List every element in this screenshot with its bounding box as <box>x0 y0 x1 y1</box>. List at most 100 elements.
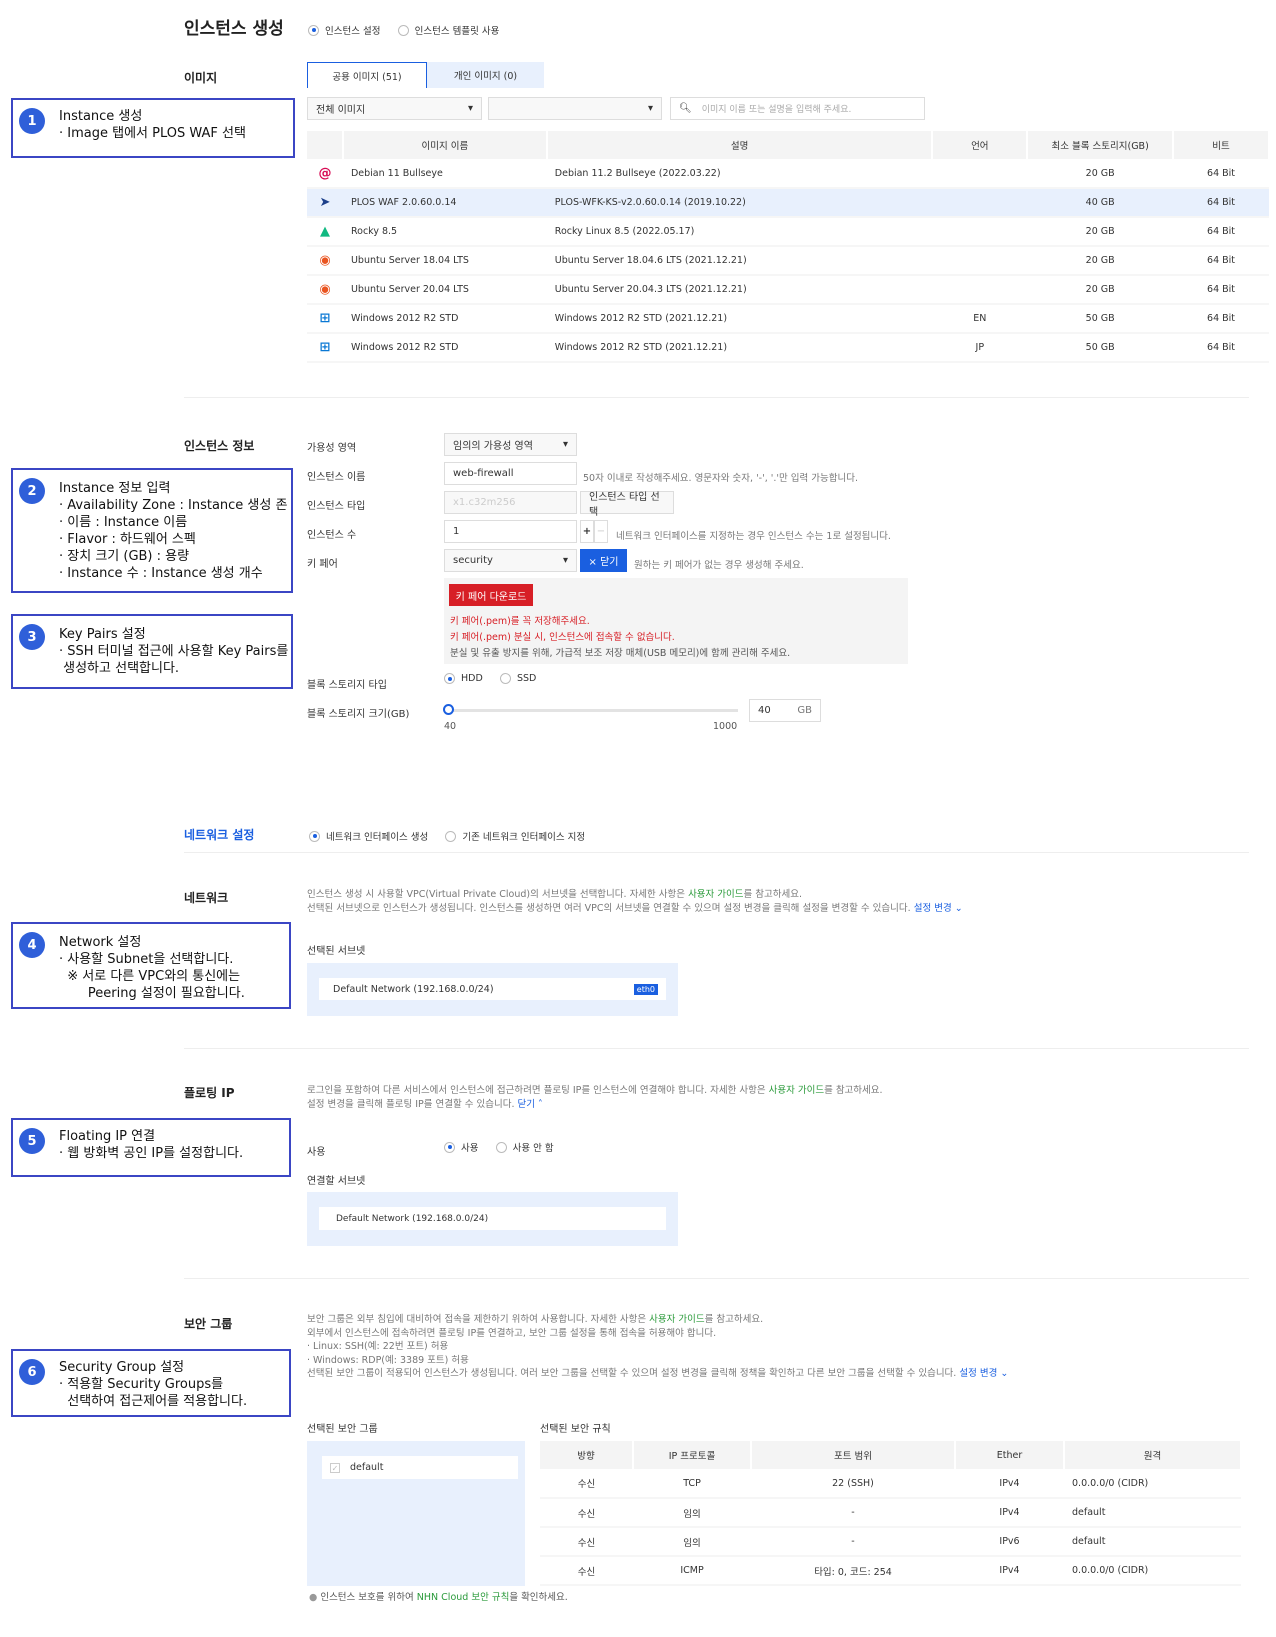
change-settings-link[interactable]: 설정 변경 <box>959 1368 997 1379</box>
az-label: 가용성 영역 <box>307 443 357 454</box>
storage-slider-thumb[interactable] <box>443 704 454 715</box>
keypair-download-button[interactable]: 키 페어 다운로드 <box>449 584 533 606</box>
select-type-button[interactable]: 인스턴스 타입 선택 <box>580 491 674 518</box>
network-create-radio[interactable]: 네트워크 인터페이스 생성 <box>309 829 428 843</box>
col-ether: Ether <box>955 1441 1065 1469</box>
image-row[interactable]: ➤ PLOS WAF 2.0.60.0.14 PLOS-WFK-KS-v2.0.… <box>307 188 1269 218</box>
mode-radio-template[interactable]: 인스턴스 템플릿 사용 <box>397 23 499 37</box>
chevron-down-icon[interactable]: ⌄ <box>952 903 963 914</box>
change-settings-link[interactable]: 설정 변경 <box>914 903 952 914</box>
selected-group-label: 선택된 보안 그룹 <box>307 1424 378 1435</box>
instance-name-input[interactable]: web-firewall <box>444 462 577 485</box>
network-label: 네트워크 <box>184 891 229 905</box>
annotation-line: 선택하여 접근제어를 적용합니다. <box>59 1394 248 1409</box>
annotation-line: · Instance 수 : Instance 생성 개수 <box>59 566 263 581</box>
selected-rules-label: 선택된 보안 규칙 <box>540 1424 611 1435</box>
annotation-callout-6: 6 Security Group 설정 · 적용할 Security Groups를… <box>11 1349 291 1417</box>
security-rules-link[interactable]: NHN Cloud 보안 규칙 <box>417 1592 510 1603</box>
count-plus-button[interactable]: + <box>580 520 594 543</box>
image-storage: 50 GB <box>1027 333 1174 363</box>
image-row[interactable]: @ Debian 11 Bullseye Debian 11.2 Bullsey… <box>307 159 1269 189</box>
col-remote: 원격 <box>1064 1441 1242 1469</box>
floating-desc-1: 로그인을 포함하여 다른 서비스에서 인스턴스에 접근하려면 플로팅 IP를 인… <box>307 1082 883 1096</box>
floating-desc-2: 설정 변경을 클릭해 플로팅 IP를 연결할 수 있습니다. 닫기 ˄ <box>307 1096 543 1110</box>
text: 를 참고하세요. <box>743 889 803 900</box>
user-guide-link[interactable]: 사용자 가이드 <box>769 1085 824 1096</box>
page-title: 인스턴스 생성 <box>184 19 284 39</box>
floating-use-radio[interactable]: 사용 <box>444 1140 478 1154</box>
chevron-down-icon[interactable]: ⌄ <box>997 1368 1008 1379</box>
image-row[interactable]: ▲ Rocky 8.5 Rocky Linux 8.5 (2022.05.17)… <box>307 217 1269 247</box>
image-row[interactable]: ⊞ Windows 2012 R2 STD Windows 2012 R2 ST… <box>307 333 1269 363</box>
image-row[interactable]: ⊞ Windows 2012 R2 STD Windows 2012 R2 ST… <box>307 304 1269 334</box>
annotation-callout-5: 5 Floating IP 연결 · 웹 방화벽 공인 IP를 설정합니다. <box>11 1118 291 1177</box>
rule-cell: IPv4 <box>955 1556 1064 1586</box>
annotation-line: ※ 서로 다른 VPC와의 통신에는 <box>59 969 241 984</box>
image-bit: 64 Bit <box>1173 275 1269 305</box>
annotation-callout-4: 4 Network 설정 · 사용할 Subnet을 선택합니다. ※ 서로 다른 … <box>11 922 291 1009</box>
image-bit: 64 Bit <box>1173 246 1269 276</box>
subnet-item[interactable]: Default Network (192.168.0.0/24) <box>319 1207 666 1230</box>
user-guide-link[interactable]: 사용자 가이드 <box>649 1314 704 1325</box>
mode-radio-instance[interactable]: 인스턴스 설정 <box>308 23 380 37</box>
rule-cell: - <box>751 1498 955 1528</box>
divider <box>184 397 1249 398</box>
user-guide-link[interactable]: 사용자 가이드 <box>688 889 743 900</box>
storage-hdd-radio[interactable]: HDD <box>444 673 483 684</box>
rule-cell: default <box>1064 1527 1241 1557</box>
tab-public-images[interactable]: 공용 이미지 (51) <box>307 62 427 88</box>
image-name: Rocky 8.5 <box>342 217 547 247</box>
image-filter-dropdown[interactable]: 전체 이미지 <box>307 97 482 120</box>
chevron-up-icon[interactable]: ˄ <box>535 1099 543 1110</box>
network-section-label: 네트워크 설정 <box>184 828 255 842</box>
image-row[interactable]: ◉ Ubuntu Server 20.04 LTS Ubuntu Server … <box>307 275 1269 305</box>
count-minus-button[interactable]: − <box>594 520 608 543</box>
rule-cell: 수신 <box>540 1469 633 1499</box>
image-lang <box>932 217 1028 247</box>
keypair-note: 분실 및 유출 방지를 위해, 가급적 보조 저장 매체(USB 메모리)에 함… <box>450 648 791 659</box>
subnet-item[interactable]: Default Network (192.168.0.0/24) eth0 <box>319 978 666 1000</box>
annotation-line: Floating IP 연결 <box>59 1129 156 1144</box>
annotation-line: Security Group 설정 <box>59 1360 185 1375</box>
instance-count-input[interactable]: 1 <box>444 520 577 543</box>
image-name: Windows 2012 R2 STD <box>342 304 547 334</box>
floating-subnet-panel: Default Network (192.168.0.0/24) <box>307 1192 678 1246</box>
mode-radio-group: 인스턴스 설정 인스턴스 템플릿 사용 <box>308 23 513 39</box>
keypair-label: 키 페어 <box>307 559 338 570</box>
az-dropdown[interactable]: 임의의 가용성 영역 <box>444 433 577 456</box>
storage-ssd-radio[interactable]: SSD <box>499 673 536 684</box>
annotation-line: · 장치 크기 (GB) : 용량 <box>59 549 190 564</box>
image-subfilter-dropdown[interactable] <box>488 97 662 120</box>
col-bit: 비트 <box>1173 131 1270 159</box>
checkbox-icon[interactable]: ✓ <box>330 1462 340 1473</box>
annotation-line: Instance 정보 입력 <box>59 481 171 496</box>
floating-nouse-radio[interactable]: 사용 안 함 <box>495 1140 554 1154</box>
name-label: 인스턴스 이름 <box>307 472 366 483</box>
storage-slider-track[interactable] <box>448 709 738 712</box>
col-icon <box>307 131 344 159</box>
security-note: ● 인스턴스 보호를 위하여 NHN Cloud 보안 규칙을 확인하세요. <box>309 1589 568 1603</box>
annotation-line: 생성하고 선택합니다. <box>59 661 180 676</box>
image-storage: 20 GB <box>1027 246 1174 276</box>
keypair-hint: 원하는 키 페어가 없는 경우 생성해 주세요. <box>634 560 804 571</box>
image-search-input[interactable]: 🔍︎ 이미지 이름 또는 설명을 입력해 주세요. <box>670 97 925 120</box>
text: 을 확인하세요. <box>509 1592 568 1603</box>
security-group-item[interactable]: ✓ default <box>322 1456 518 1479</box>
keypair-close-button[interactable]: × 닫기 <box>580 549 627 572</box>
annotation-line: · 이름 : Instance 이름 <box>59 515 188 530</box>
radio-label: 인스턴스 설정 <box>325 26 381 37</box>
storage-size-input[interactable]: 40 GB <box>749 699 821 722</box>
rule-row: 수신 임의 - IPv6 default <box>540 1527 1241 1557</box>
table-header: 방향 IP 프로토콜 포트 범위 Ether 원격 <box>540 1441 1242 1469</box>
annotation-callout-1: 1 Instance 생성 · Image 탭에서 PLOS WAF 선택 <box>11 98 295 158</box>
keypair-dropdown[interactable]: security <box>444 549 577 572</box>
col-desc: 설명 <box>546 131 934 159</box>
network-existing-radio[interactable]: 기존 네트워크 인터페이스 지정 <box>445 829 585 843</box>
unit-label: GB <box>797 705 812 716</box>
rule-cell: IPv4 <box>955 1469 1064 1499</box>
radio-icon <box>495 1141 507 1153</box>
tab-private-images[interactable]: 개인 이미지 (0) <box>427 62 544 88</box>
close-link[interactable]: 닫기 <box>518 1099 535 1110</box>
image-row[interactable]: ◉ Ubuntu Server 18.04 LTS Ubuntu Server … <box>307 246 1269 276</box>
image-storage: 20 GB <box>1027 159 1174 189</box>
